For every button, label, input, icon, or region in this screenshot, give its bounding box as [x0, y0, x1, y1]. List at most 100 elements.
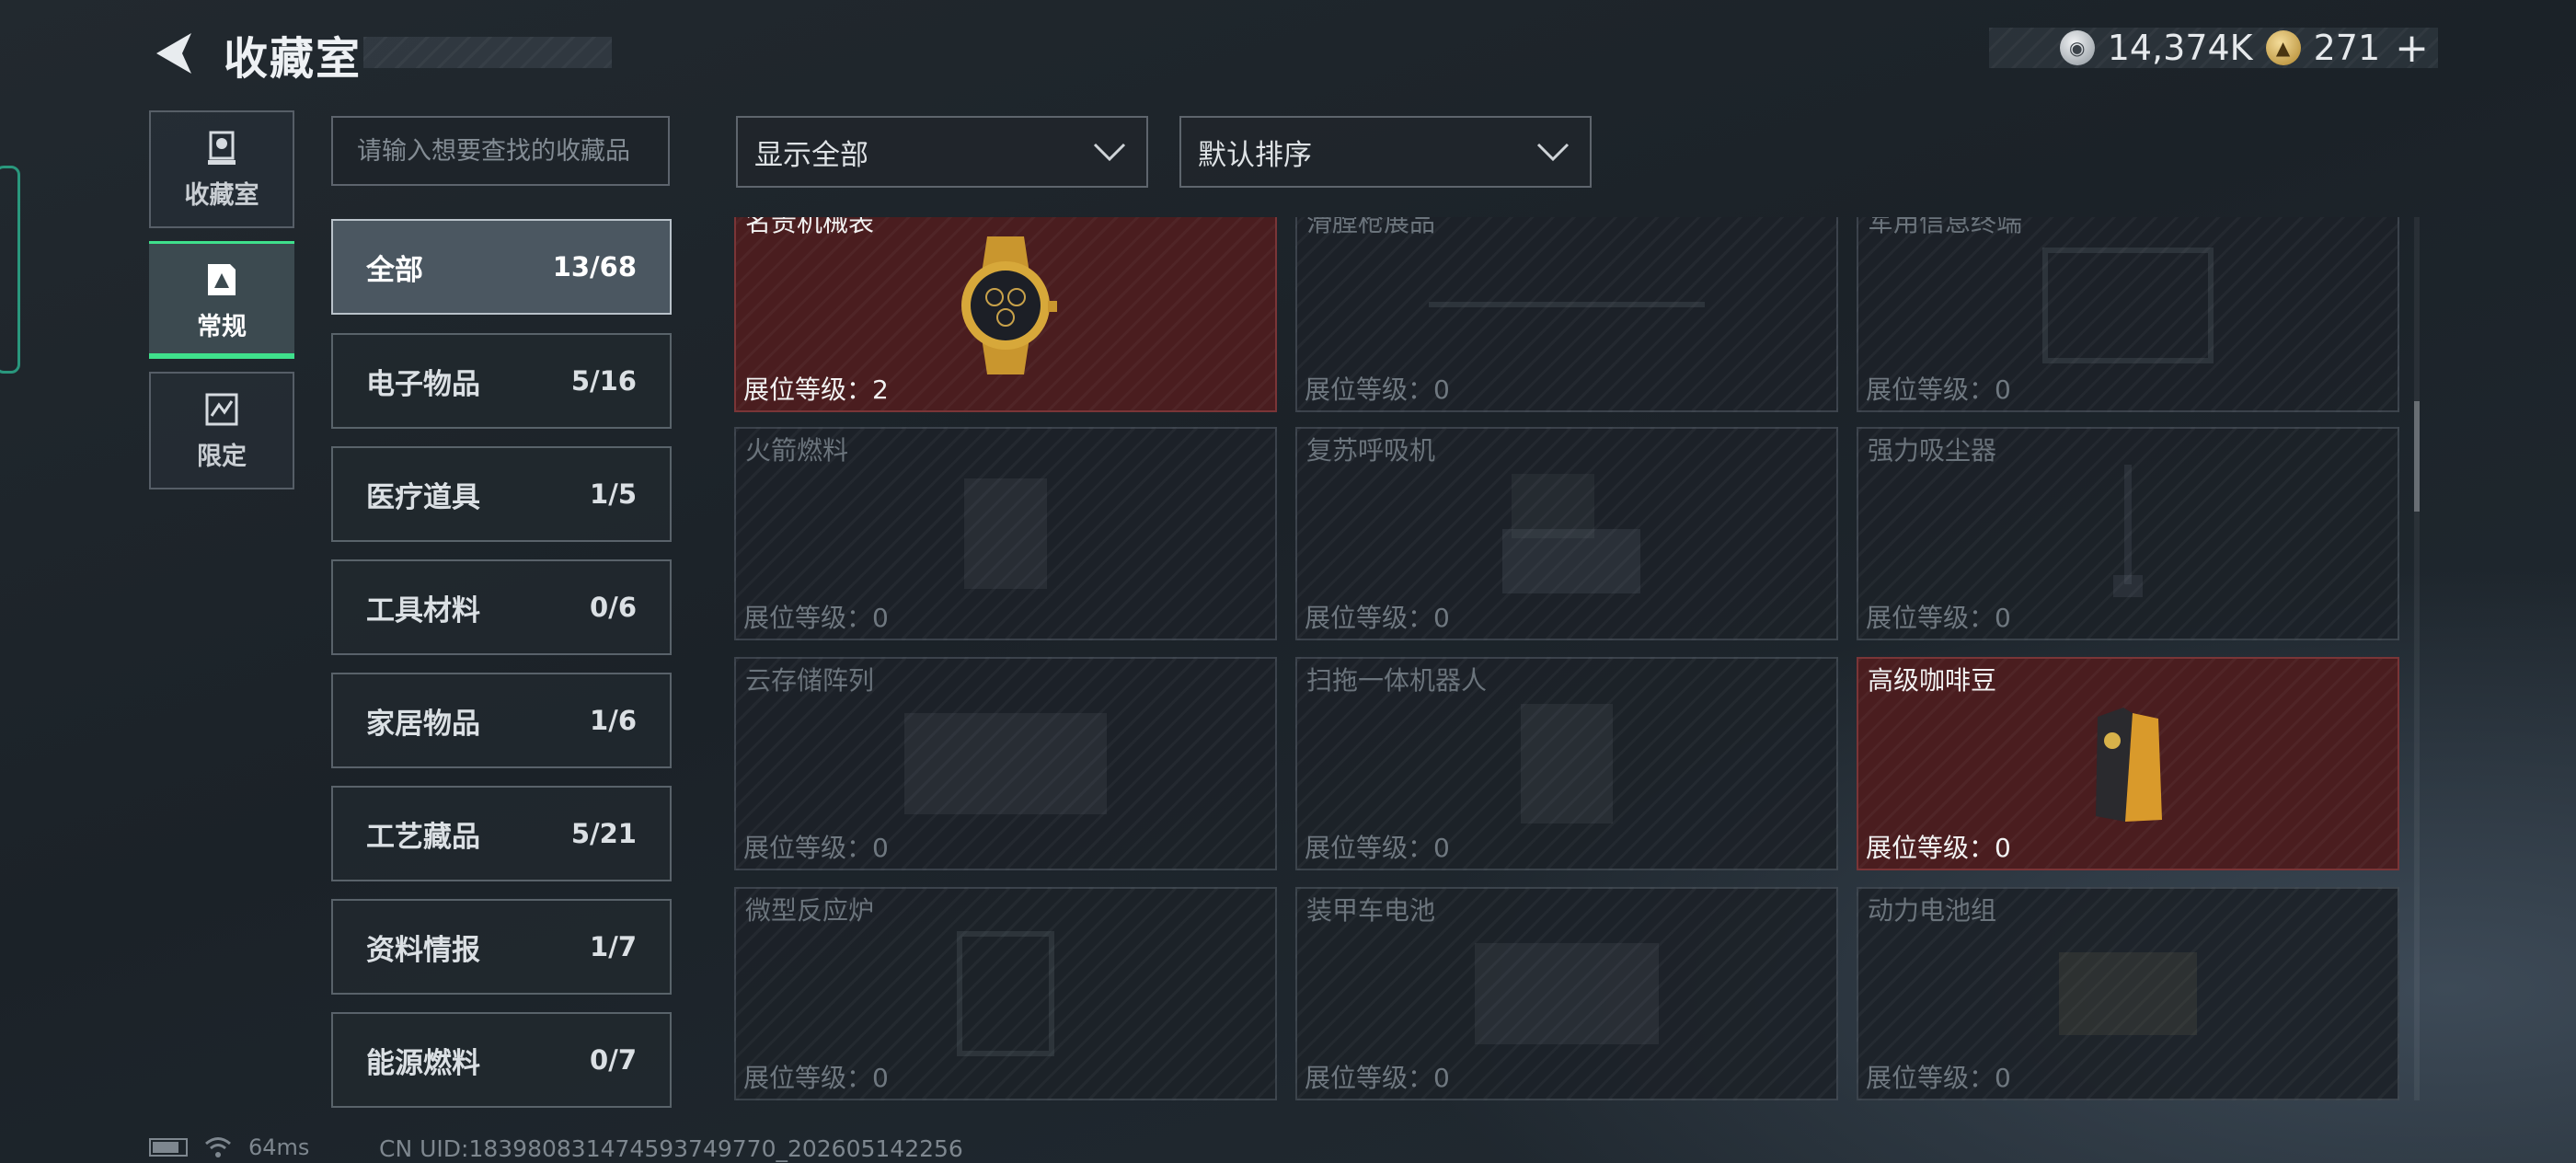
back-arrow-icon[interactable]: [147, 28, 199, 79]
category-crafts[interactable]: 工艺藏品 5/21: [331, 786, 672, 881]
collection-grid: 名贵机械表 展位等级：2 滑膛枪展品 展位等级：0 军用信息终端 展位等级：0 …: [734, 217, 2399, 1102]
item-name: 云存储阵列: [745, 665, 875, 696]
item-card-terminal[interactable]: 军用信息终端 展位等级：0: [1857, 217, 2399, 412]
item-card-armored-battery[interactable]: 装甲车电池 展位等级：0: [1295, 887, 1838, 1100]
wifi-icon: [205, 1137, 231, 1157]
fuel-canister-icon: [964, 478, 1047, 589]
item-level: 展位等级：0: [1305, 833, 1450, 863]
category-count: 5/21: [570, 818, 637, 849]
item-name: 火箭燃料: [745, 435, 849, 466]
item-level: 展位等级：0: [1866, 833, 2011, 863]
chevron-down-icon: [1536, 143, 1570, 162]
item-card-rocket-fuel[interactable]: 火箭燃料 展位等级：0: [734, 427, 1277, 640]
category-name: 家居物品: [366, 707, 480, 741]
nav-collection-room[interactable]: 收藏室: [149, 110, 294, 228]
item-name: 复苏呼吸机: [1306, 435, 1436, 466]
category-count: 1/5: [590, 478, 637, 510]
category-electronics[interactable]: 电子物品 5/16: [331, 333, 672, 429]
category-count: 5/16: [570, 365, 637, 397]
item-card-storage-array[interactable]: 云存储阵列 展位等级：0: [734, 657, 1277, 870]
nav-limited[interactable]: 限定: [149, 372, 294, 489]
gold-coin-icon: ▲: [2265, 30, 2301, 65]
item-name: 动力电池组: [1868, 895, 1997, 926]
category-count: 0/6: [590, 592, 637, 623]
title-decoration: [363, 37, 612, 68]
battery-icon: [1475, 943, 1659, 1044]
sort-dropdown[interactable]: 默认排序: [1179, 116, 1592, 188]
item-level: 展位等级：0: [743, 833, 889, 863]
nav-regular[interactable]: 常规: [149, 241, 294, 359]
scroll-thumb[interactable]: [2414, 401, 2420, 512]
category-name: 电子物品: [366, 367, 480, 401]
item-level: 展位等级：0: [743, 1063, 889, 1093]
item-level: 展位等级：0: [1305, 603, 1450, 633]
item-name: 微型反应炉: [745, 895, 875, 926]
item-card-robot-mop[interactable]: 扫拖一体机器人 展位等级：0: [1295, 657, 1838, 870]
grid-scrollbar[interactable]: [2414, 217, 2420, 1100]
category-name: 能源燃料: [366, 1046, 480, 1080]
nav-label: 限定: [197, 442, 247, 471]
silver-coin-icon: ◉: [2059, 30, 2095, 65]
search-input[interactable]: [331, 116, 670, 186]
item-level: 展位等级：0: [1305, 1063, 1450, 1093]
category-count: 1/7: [590, 931, 637, 962]
collection-icon: [208, 264, 236, 295]
item-level: 展位等级：0: [1866, 374, 2011, 405]
musket-icon: [1429, 302, 1705, 307]
category-name: 医疗道具: [366, 480, 480, 514]
trophy-icon: [208, 131, 236, 165]
item-level: 展位等级：0: [1866, 603, 2011, 633]
item-level: 展位等级：0: [1305, 374, 1450, 405]
item-card-ventilator[interactable]: 复苏呼吸机 展位等级：0: [1295, 427, 1838, 640]
limited-icon: [205, 393, 238, 425]
category-name: 工艺藏品: [366, 820, 480, 854]
category-medical[interactable]: 医疗道具 1/5: [331, 446, 672, 542]
terminal-icon: [2042, 248, 2214, 363]
robot-mop-icon: [1521, 704, 1613, 823]
item-card-coffee-beans[interactable]: 高级咖啡豆 展位等级：0: [1857, 657, 2399, 870]
reactor-icon: [957, 931, 1054, 1056]
item-card-power-pack[interactable]: 动力电池组 展位等级：0: [1857, 887, 2399, 1100]
item-name: 装甲车电池: [1306, 895, 1436, 926]
coffee-bag-icon: [2096, 708, 2162, 822]
filter-dropdown[interactable]: 显示全部: [736, 116, 1148, 188]
item-name: 滑膛枪展品: [1306, 217, 1436, 237]
ventilator-icon: [1502, 474, 1640, 593]
category-energy[interactable]: 能源燃料 0/7: [331, 1012, 672, 1108]
category-household[interactable]: 家居物品 1/6: [331, 673, 672, 768]
battery-icon: [149, 1138, 188, 1157]
item-name: 军用信息终端: [1868, 217, 2023, 237]
item-card-musket[interactable]: 滑膛枪展品 展位等级：0: [1295, 217, 1838, 412]
category-count: 1/6: [590, 705, 637, 736]
item-level: 展位等级：0: [1866, 1063, 2011, 1093]
watch-icon: [961, 236, 1057, 374]
category-name: 资料情报: [366, 933, 480, 967]
item-card-micro-reactor[interactable]: 微型反应炉 展位等级：0: [734, 887, 1277, 1100]
side-edge-tab[interactable]: [0, 166, 20, 374]
item-name: 高级咖啡豆: [1868, 665, 1997, 696]
nav-label: 常规: [197, 313, 247, 341]
category-count: 13/68: [552, 251, 637, 282]
item-card-watch[interactable]: 名贵机械表 展位等级：2: [734, 217, 1277, 412]
category-tools[interactable]: 工具材料 0/6: [331, 559, 672, 655]
item-card-vacuum[interactable]: 强力吸尘器 展位等级：0: [1857, 427, 2399, 640]
ping-text: 64ms: [248, 1134, 310, 1160]
vacuum-icon: [2113, 465, 2143, 597]
silver-amount: 14,374K: [2107, 28, 2253, 68]
item-level: 展位等级：2: [743, 374, 889, 405]
page-title: 收藏室: [224, 33, 362, 85]
server-icon: [904, 713, 1107, 814]
sort-value: 默认排序: [1198, 138, 1312, 172]
gold-amount: 271: [2313, 28, 2381, 68]
category-intel[interactable]: 资料情报 1/7: [331, 899, 672, 995]
category-name: 全部: [366, 253, 423, 287]
add-currency-button[interactable]: +: [2395, 25, 2429, 72]
category-name: 工具材料: [366, 593, 480, 628]
item-name: 名贵机械表: [745, 217, 875, 237]
status-bar: 64ms: [149, 1134, 309, 1161]
chevron-down-icon: [1093, 143, 1126, 162]
item-name: 扫拖一体机器人: [1306, 665, 1488, 696]
power-pack-icon: [2059, 952, 2197, 1035]
category-all[interactable]: 全部 13/68: [331, 219, 672, 315]
item-name: 强力吸尘器: [1868, 435, 1997, 466]
